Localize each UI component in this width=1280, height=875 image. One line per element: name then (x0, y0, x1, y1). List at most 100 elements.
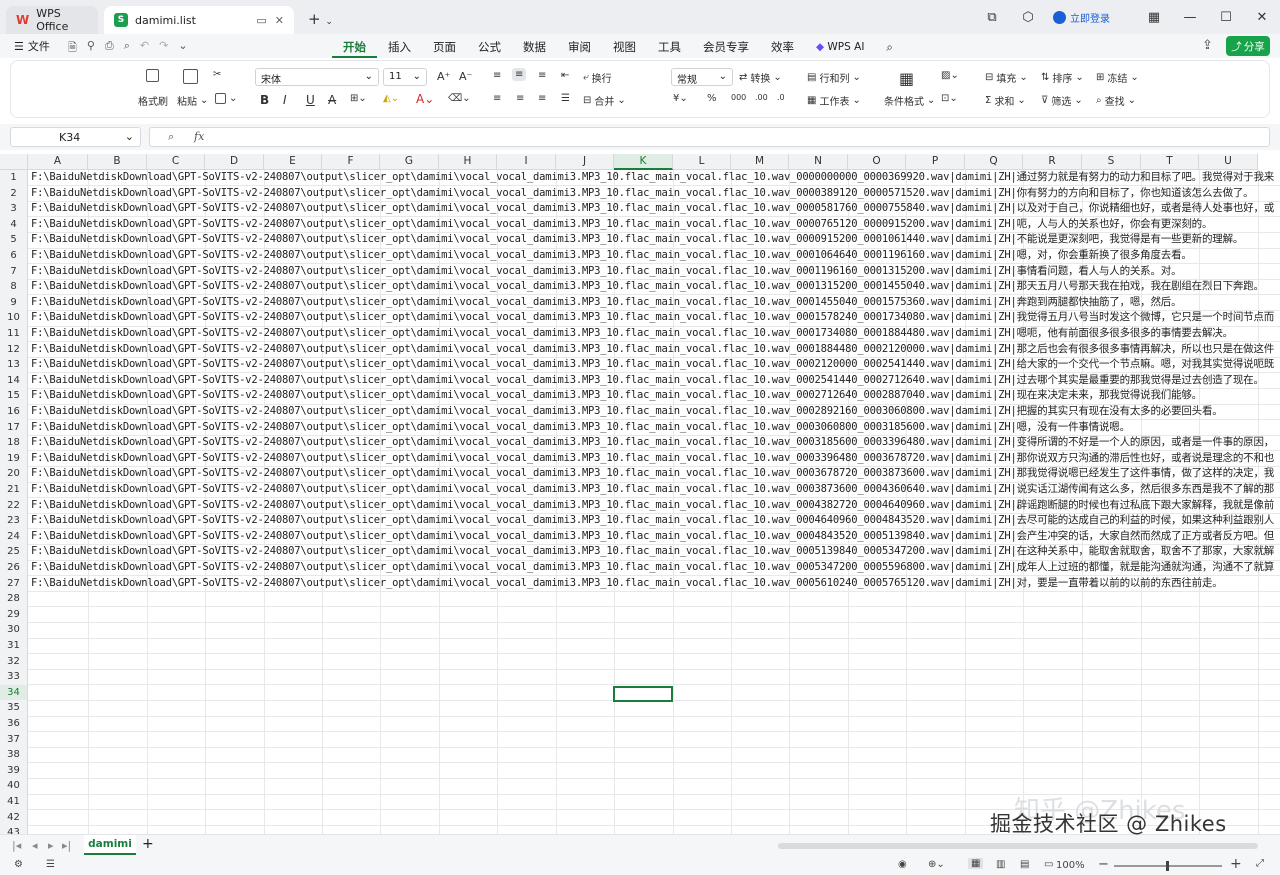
column-header-o[interactable]: O (848, 154, 906, 170)
copy-icon[interactable]: ⌄ (215, 93, 237, 104)
column-header-s[interactable]: S (1082, 154, 1141, 170)
italic-icon[interactable]: I (283, 93, 287, 107)
font-size-select[interactable]: 11 ⌄ (383, 68, 427, 86)
restore-icon[interactable]: ⧉ (974, 10, 1010, 25)
cell-a19[interactable]: F:\BaiduNetdiskDownload\GPT-SoVITS-v2-24… (31, 451, 1278, 467)
horizontal-scrollbar[interactable] (778, 843, 1258, 849)
row-header[interactable]: 5 (0, 232, 28, 248)
column-header-h[interactable]: H (439, 154, 497, 170)
cell-a1[interactable]: F:\BaiduNetdiskDownload\GPT-SoVITS-v2-24… (31, 170, 1278, 186)
bold-icon[interactable]: B (260, 93, 269, 107)
tab-member[interactable]: 会员专享 (692, 36, 760, 58)
fill-color-icon[interactable]: ◭⌄ (383, 93, 399, 104)
tab-efficiency[interactable]: 效率 (760, 36, 805, 58)
cell-a12[interactable]: F:\BaiduNetdiskDownload\GPT-SoVITS-v2-24… (31, 342, 1278, 358)
cell-a25[interactable]: F:\BaiduNetdiskDownload\GPT-SoVITS-v2-24… (31, 544, 1278, 560)
add-sheet-button[interactable]: + (142, 836, 154, 852)
cut-icon[interactable]: ✂ (213, 69, 221, 80)
column-header-k[interactable]: K (614, 154, 673, 170)
row-header[interactable]: 35 (0, 700, 28, 716)
font-color-icon[interactable]: A⌄ (416, 92, 434, 106)
worksheet-button[interactable]: ▦ 工作表 ⌄ (807, 93, 861, 108)
row-header[interactable]: 33 (0, 669, 28, 685)
paste-icon[interactable] (183, 69, 198, 84)
macro-icon[interactable]: ⚙ (14, 859, 23, 870)
prev-sheet-icon[interactable]: ◂ (32, 839, 38, 852)
grid-icon[interactable]: ▦ (1136, 10, 1172, 25)
new-tab-button[interactable]: + ⌄ (294, 6, 333, 34)
row-header[interactable]: 15 (0, 388, 28, 404)
save-icon[interactable]: 🗎 (68, 39, 77, 58)
cell-a14[interactable]: F:\BaiduNetdiskDownload\GPT-SoVITS-v2-24… (31, 373, 1278, 389)
more-chevron-icon[interactable]: ⌄ (178, 39, 187, 58)
column-header-d[interactable]: D (205, 154, 264, 170)
row-header[interactable]: 13 (0, 357, 28, 373)
font-name-select[interactable]: 宋体 ⌄ (255, 68, 379, 86)
column-header-q[interactable]: Q (965, 154, 1023, 170)
row-header[interactable]: 28 (0, 591, 28, 607)
row-header[interactable]: 24 (0, 528, 28, 545)
minimize-icon[interactable]: — (1172, 10, 1208, 25)
indent-decrease-icon[interactable]: ⇤ (561, 70, 569, 81)
cell-a21[interactable]: F:\BaiduNetdiskDownload\GPT-SoVITS-v2-24… (31, 482, 1278, 498)
row-header[interactable]: 20 (0, 466, 28, 482)
tab-home[interactable]: 开始 (332, 36, 377, 58)
row-header[interactable]: 42 (0, 809, 28, 826)
row-header[interactable]: 6 (0, 248, 28, 264)
column-header-e[interactable]: E (264, 154, 322, 170)
column-header-m[interactable]: M (731, 154, 789, 170)
underline-icon[interactable]: U (306, 93, 315, 107)
freeze-button[interactable]: ⊞ 冻结 ⌄ (1096, 70, 1139, 85)
cell-a5[interactable]: F:\BaiduNetdiskDownload\GPT-SoVITS-v2-24… (31, 232, 1278, 248)
zoom-in-icon[interactable]: + (1230, 856, 1242, 872)
row-header[interactable]: 26 (0, 560, 28, 576)
cell-a6[interactable]: F:\BaiduNetdiskDownload\GPT-SoVITS-v2-24… (31, 248, 1278, 264)
cell-a23[interactable]: F:\BaiduNetdiskDownload\GPT-SoVITS-v2-24… (31, 513, 1278, 529)
thousands-icon[interactable]: 000 (731, 93, 746, 102)
page-layout-icon[interactable]: ▥ (996, 859, 1005, 870)
wps-home-tab[interactable]: W WPS Office (6, 6, 98, 34)
align-top-icon[interactable]: ≡ (493, 70, 501, 81)
conditional-format-button[interactable]: 条件格式 ⌄ (884, 93, 935, 108)
row-header[interactable]: 25 (0, 544, 28, 560)
filter-button[interactable]: ⊽ 筛选 ⌄ (1041, 93, 1083, 108)
normal-view-icon[interactable]: ▦ (968, 858, 984, 869)
undo-icon[interactable]: ↶ (140, 39, 149, 58)
cell-a10[interactable]: F:\BaiduNetdiskDownload\GPT-SoVITS-v2-24… (31, 310, 1278, 326)
name-box[interactable]: K34 ⌄ (10, 127, 141, 147)
find-button[interactable]: ⌕ 查找 ⌄ (1096, 93, 1136, 108)
link-icon[interactable]: ⚲ (87, 39, 95, 58)
cell-a11[interactable]: F:\BaiduNetdiskDownload\GPT-SoVITS-v2-24… (31, 326, 1278, 342)
row-col-button[interactable]: ▤ 行和列 ⌄ (807, 70, 861, 85)
clear-format-icon[interactable]: ⌫⌄ (448, 93, 471, 104)
cell-a13[interactable]: F:\BaiduNetdiskDownload\GPT-SoVITS-v2-24… (31, 357, 1278, 373)
column-header-j[interactable]: J (556, 154, 614, 170)
cell-style-icon[interactable]: ▨⌄ (941, 70, 959, 81)
cell-a17[interactable]: F:\BaiduNetdiskDownload\GPT-SoVITS-v2-24… (31, 420, 1278, 436)
cell-a26[interactable]: F:\BaiduNetdiskDownload\GPT-SoVITS-v2-24… (31, 560, 1278, 576)
column-header-i[interactable]: I (497, 154, 556, 170)
sheet-list-icon[interactable]: ☰ (46, 859, 55, 870)
row-header[interactable]: 31 (0, 638, 28, 654)
column-header-a[interactable]: A (28, 154, 88, 170)
close-window-icon[interactable]: ✕ (1244, 10, 1280, 25)
cell-a9[interactable]: F:\BaiduNetdiskDownload\GPT-SoVITS-v2-24… (31, 295, 1278, 311)
cell-a22[interactable]: F:\BaiduNetdiskDownload\GPT-SoVITS-v2-24… (31, 498, 1278, 514)
spreadsheet-grid[interactable]: A B C D E F G H I J K L M N O P Q R S T U 1 F:\BaiduNetdiskDow… (0, 154, 1280, 834)
row-header[interactable]: 17 (0, 419, 28, 436)
cell-a15[interactable]: F:\BaiduNetdiskDownload\GPT-SoVITS-v2-24… (31, 388, 1278, 404)
align-center-icon[interactable]: ≡ (516, 93, 524, 104)
cell-a7[interactable]: F:\BaiduNetdiskDownload\GPT-SoVITS-v2-24… (31, 264, 1278, 280)
merge-button[interactable]: ⊟ 合并 ⌄ (583, 93, 626, 108)
document-tab[interactable]: S damimi.list ▭ ✕ (104, 6, 294, 34)
zoom-slider-thumb[interactable] (1166, 861, 1169, 871)
column-header-b[interactable]: B (88, 154, 147, 170)
sheet-tab-damimi[interactable]: damimi (84, 835, 136, 855)
column-header-t[interactable]: T (1141, 154, 1199, 170)
row-header[interactable]: 22 (0, 497, 28, 514)
maximize-icon[interactable]: ☐ (1208, 10, 1244, 25)
row-header[interactable]: 39 (0, 762, 28, 779)
row-header[interactable]: 21 (0, 482, 28, 498)
fx-icon[interactable]: fx (194, 130, 204, 143)
column-header-f[interactable]: F (322, 154, 380, 170)
